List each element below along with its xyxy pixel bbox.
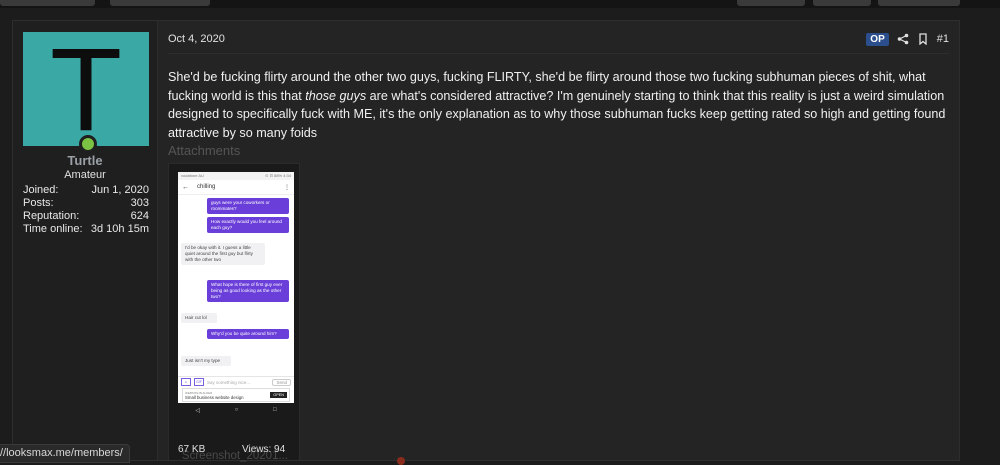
post-number-link[interactable]: #1 <box>937 33 949 45</box>
emoji-icon: ☺ <box>181 378 191 386</box>
post-container: T Turtle Amateur Joined: Jun 1, 2020 Post… <box>12 20 960 462</box>
screenshot-image: vodafone AU ⊙ ⊡ 88% 4:34 ← chilling ⋮ gu… <box>178 172 294 417</box>
ad-open-label: OPEN <box>270 392 287 398</box>
stat-time-online: Time online: 3d 10h 15m <box>23 223 149 236</box>
top-nav-tab[interactable] <box>813 0 871 6</box>
chat-bubble-them: Hair cut lol <box>181 313 217 323</box>
online-status-icon <box>79 135 97 153</box>
status-bar-url: //looksmax.me/members/ <box>0 444 130 463</box>
gif-icon: GIF <box>194 378 204 386</box>
stat-value: 303 <box>130 197 149 209</box>
stat-reputation: Reputation: 624 <box>23 210 149 223</box>
attachment-size: 67 KB <box>178 444 206 455</box>
avatar[interactable]: T <box>23 32 149 146</box>
share-icon[interactable] <box>897 33 909 45</box>
op-badge: OP <box>866 32 889 46</box>
stat-value: Jun 1, 2020 <box>91 184 150 196</box>
username-link[interactable]: Turtle <box>13 153 157 168</box>
stat-label: Time online: <box>23 223 83 235</box>
chat-header: ← chilling ⋮ <box>178 180 294 195</box>
nav-back-icon: ◁ <box>195 407 200 414</box>
ad-text-group: WEBSITE BUILDER Small business website d… <box>185 391 244 400</box>
notification-dot <box>397 457 405 465</box>
stat-value: 624 <box>130 210 149 222</box>
chat-ad-banner: WEBSITE BUILDER Small business website d… <box>182 388 290 402</box>
user-title: Amateur <box>64 169 106 181</box>
send-button-label: Send <box>272 378 291 386</box>
chat-input-placeholder: Say something nice... <box>207 379 251 385</box>
stat-label: Joined: <box>23 184 59 196</box>
stat-joined: Joined: Jun 1, 2020 <box>23 184 149 197</box>
post-body: Oct 4, 2020 OP #1 She'd be fucking flirt… <box>168 21 949 462</box>
avatar-letter: T <box>49 32 123 146</box>
chat-bubble-me: guys were your coworkers or roommates? <box>207 198 289 214</box>
nav-recent-icon: □ <box>273 407 277 413</box>
post-actions: OP #1 <box>866 31 949 47</box>
chat-bubble-me: What hope is there of first guy ever bei… <box>207 280 289 302</box>
nav-home-icon: ○ <box>234 407 239 413</box>
stat-label: Reputation: <box>23 210 80 222</box>
attachment-views: Views: 94 <box>242 444 286 455</box>
header-divider <box>168 53 949 54</box>
user-stats: Joined: Jun 1, 2020 Posts: 303 Reputation:… <box>23 184 149 236</box>
chat-bubble-them: I'd be okay with it. I guess a little qu… <box>181 243 265 265</box>
phone-nav-bar: ◁ ○ □ <box>178 403 294 417</box>
more-icon: ⋮ <box>284 184 290 191</box>
stat-posts: Posts: 303 <box>23 197 149 210</box>
attachments-heading: Attachments <box>168 143 241 158</box>
user-panel: T Turtle Amateur Joined: Jun 1, 2020 Post… <box>13 21 158 460</box>
chat-title: chilling <box>197 184 216 190</box>
bookmark-icon[interactable] <box>917 33 929 45</box>
message-emphasis: those guys <box>305 88 367 103</box>
post-date[interactable]: Oct 4, 2020 <box>168 33 225 45</box>
post-message: She'd be fucking flirty around the other… <box>168 68 953 142</box>
chat-bubble-me: Why'd you be quite around him? <box>207 329 289 339</box>
top-nav-tab[interactable] <box>0 0 95 6</box>
stat-value: 3d 10h 15m <box>90 223 149 235</box>
attachment-thumbnail[interactable]: vodafone AU ⊙ ⊡ 88% 4:34 ← chilling ⋮ gu… <box>168 163 300 462</box>
chat-bubble-them: Just isn't my type <box>181 356 231 366</box>
chat-bubble-me: How exactly would you feel around each g… <box>207 217 289 233</box>
phone-carrier: vodafone AU <box>181 173 204 178</box>
top-bar <box>0 0 1000 8</box>
back-arrow-icon: ← <box>182 183 189 191</box>
top-nav-tab[interactable] <box>878 0 960 6</box>
phone-status-icons: ⊙ ⊡ 88% 4:34 <box>265 173 291 178</box>
top-nav-tab[interactable] <box>737 0 805 6</box>
top-nav-tab[interactable] <box>110 0 210 6</box>
chat-input-bar: ☺ GIF Say something nice... Send <box>178 376 294 387</box>
phone-status-bar: vodafone AU ⊙ ⊡ 88% 4:34 <box>178 172 294 180</box>
stat-label: Posts: <box>23 197 54 209</box>
ad-text: Small business website design <box>185 394 244 400</box>
